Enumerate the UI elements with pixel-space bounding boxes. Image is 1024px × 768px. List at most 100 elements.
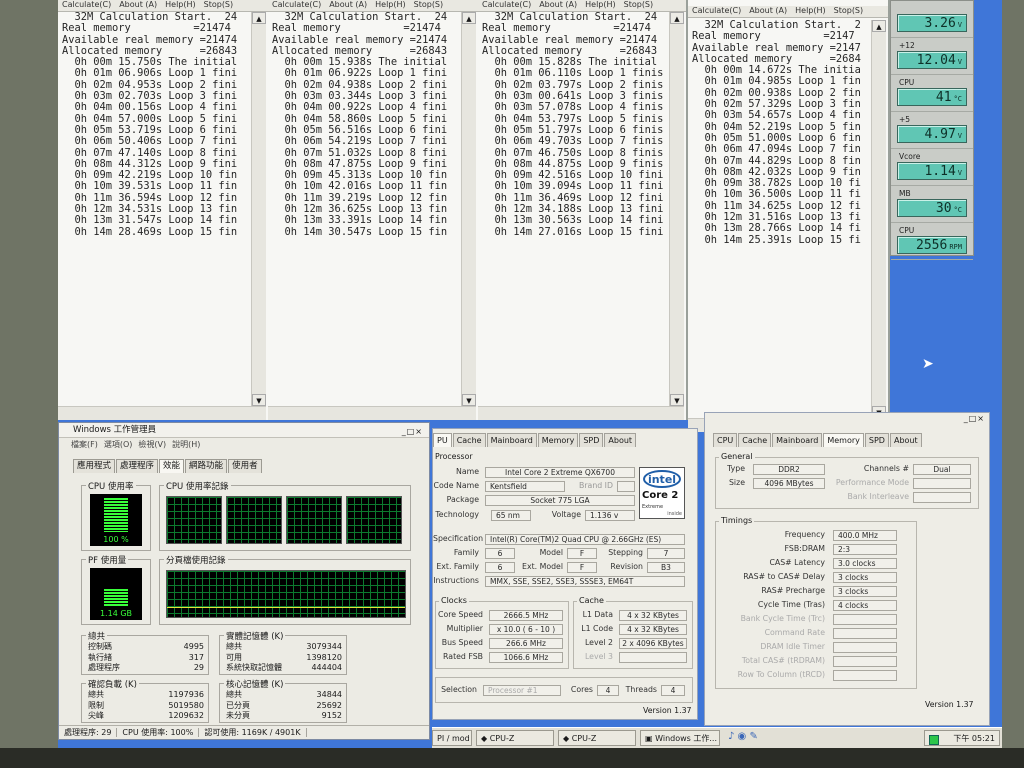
vertical-scrollbar[interactable]: ▲▼ <box>871 20 886 418</box>
stat-label: 可用 <box>226 652 242 662</box>
tab-networking[interactable]: 網路功能 <box>185 459 228 473</box>
pf-history-graph <box>166 570 406 618</box>
vertical-scrollbar[interactable]: ▲▼ <box>461 12 476 406</box>
sensor-unit: RPM <box>949 243 962 251</box>
sensor-item: MB 30 °C <box>891 186 973 223</box>
superpi-window-2[interactable]: Calculate(C) About (A) Help(H) Stop(S) 32M … <box>268 0 480 420</box>
quick-launch-icons[interactable]: ♪ ◉ ✎ <box>728 731 758 742</box>
cpuz-memory-window[interactable]: _□× CPU Cache Mainboard Memory SPD About Gene… <box>704 412 990 726</box>
processor-select[interactable]: Processor #1 <box>483 685 561 696</box>
stat-value: 3079344 <box>306 642 342 651</box>
voltage-label: Voltage <box>551 510 581 519</box>
multiplier-value: x 10.0 ( 6 - 10 ) <box>489 624 563 635</box>
menu-help[interactable]: Help(H) <box>165 0 196 9</box>
tab-cache[interactable]: Cache <box>452 433 486 447</box>
scroll-up-icon[interactable]: ▲ <box>462 12 476 24</box>
tab-processes[interactable]: 處理程序 <box>116 459 159 473</box>
superpi-window-4[interactable]: Calculate(C) About (A) Help(H) Stop(S) 32M … <box>688 0 890 432</box>
hardware-sensor-gadget[interactable]: 3.26 V +12 12.04 V CPU 41 °C +5 4.97 V Vcore 1.14 V MB… <box>890 0 974 260</box>
scroll-up-icon[interactable]: ▲ <box>670 12 684 24</box>
taskbar-button-taskmgr[interactable]: ▣ Windows 工作... <box>640 730 720 746</box>
log-line: 0h 06m 49.703s Loop 7 finis <box>482 135 664 148</box>
menu-help[interactable]: Help(H) <box>375 0 406 9</box>
tab-applications[interactable]: 應用程式 <box>73 459 116 473</box>
horizontal-scrollbar[interactable] <box>478 406 684 420</box>
menu-about[interactable]: About (A) <box>539 0 577 9</box>
cpu-tray-icon[interactable] <box>929 735 939 745</box>
kernel-memory-list: 總共 34844 已分頁 25692 未分頁 9152 <box>226 690 342 722</box>
stat-value: 9152 <box>321 711 342 720</box>
menu-about[interactable]: About (A) <box>119 0 157 9</box>
tab-cpu[interactable]: CPU <box>713 433 738 447</box>
menu-about[interactable]: About (A) <box>329 0 367 9</box>
taskbar-button-cpuz-2[interactable]: ◆ CPU-Z <box>558 730 636 746</box>
model-value: F <box>567 548 597 559</box>
tab-performance[interactable]: 效能 <box>159 459 185 473</box>
task-manager-window[interactable]: Windows 工作管理員 _□× 檔案(F) 選項(O) 檢視(V) 說明(H) 應… <box>58 422 430 740</box>
menu-calculate[interactable]: Calculate(C) <box>272 0 321 9</box>
menu-help[interactable]: 說明(H) <box>172 440 200 449</box>
window-controls[interactable]: _□× <box>402 425 423 439</box>
menu-calculate[interactable]: Calculate(C) <box>692 6 741 15</box>
superpi-log: 32M Calculation Start. 24 Real memory =21… <box>482 12 668 406</box>
level3-value <box>619 652 687 663</box>
technology-value: 65 nm <box>491 510 531 521</box>
menu-stop[interactable]: Stop(S) <box>204 0 234 9</box>
vertical-scrollbar[interactable]: ▲▼ <box>251 12 266 406</box>
title-bar[interactable]: Windows 工作管理員 _□× <box>59 423 429 438</box>
tab-users[interactable]: 使用者 <box>228 459 262 473</box>
stat-value: 1197936 <box>168 690 204 699</box>
vertical-scrollbar[interactable]: ▲▼ <box>669 12 684 406</box>
brandid-label: Brand ID <box>578 481 613 490</box>
scroll-down-icon[interactable]: ▼ <box>462 394 476 406</box>
superpi-window-3[interactable]: Calculate(C) About (A) Help(H) Stop(S) 32M … <box>478 0 688 420</box>
tab-spd[interactable]: SPD <box>579 433 604 447</box>
scroll-up-icon[interactable]: ▲ <box>252 12 266 24</box>
stat-label: 尖峰 <box>88 711 104 720</box>
scroll-up-icon[interactable]: ▲ <box>872 20 886 32</box>
cpuz-cpu-window[interactable]: PU Cache Mainboard Memory SPD About Processor… <box>432 428 698 720</box>
menu-calculate[interactable]: Calculate(C) <box>62 0 111 9</box>
clock[interactable]: 下午 05:21 <box>953 734 995 743</box>
timing-label: RAS# to CAS# Delay <box>743 572 825 581</box>
extfamily-label: Ext. Family <box>436 562 479 571</box>
tab-cache[interactable]: Cache <box>738 433 772 447</box>
cpu-history-group: CPU 使用率記錄 <box>159 480 411 551</box>
tab-spd[interactable]: SPD <box>864 433 889 447</box>
core2-text: Core 2 <box>642 490 679 501</box>
menu-view[interactable]: 檢視(V) <box>138 440 166 449</box>
window-controls[interactable]: _□× <box>964 414 985 423</box>
sensor-value: 3.26 <box>924 16 956 31</box>
menu-calculate[interactable]: Calculate(C) <box>482 0 531 9</box>
tab-memory[interactable]: Memory <box>537 433 579 447</box>
tab-cpu[interactable]: PU <box>433 433 452 447</box>
tab-about[interactable]: About <box>889 433 922 447</box>
menu-about[interactable]: About (A) <box>749 6 787 15</box>
menu-help[interactable]: Help(H) <box>795 6 826 15</box>
timing-value: 400.0 MHz <box>833 530 897 541</box>
tab-about[interactable]: About <box>604 433 637 447</box>
menu-stop[interactable]: Stop(S) <box>624 0 654 9</box>
scroll-down-icon[interactable]: ▼ <box>252 394 266 406</box>
taskbar-button-superpi[interactable]: PI / mod <box>432 730 472 746</box>
commit-charge-title: 確認負載 (K) <box>86 678 139 690</box>
menu-stop[interactable]: Stop(S) <box>834 6 864 15</box>
timing-value: 3 clocks <box>833 572 897 583</box>
tab-memory[interactable]: Memory <box>823 433 864 447</box>
scroll-down-icon[interactable]: ▼ <box>670 394 684 406</box>
taskbar-button-cpuz-1[interactable]: ◆ CPU-Z <box>476 730 554 746</box>
cpuz-tab-bar: CPU Cache Mainboard Memory SPD About <box>713 433 923 447</box>
tab-mainboard[interactable]: Mainboard <box>486 433 537 447</box>
menu-help[interactable]: Help(H) <box>585 0 616 9</box>
menu-file[interactable]: 檔案(F) <box>71 440 98 449</box>
taskbar-button-label: CPU-Z <box>571 734 597 743</box>
intel-core2-extreme-logo: intel Core 2 Extreme inside <box>639 467 685 519</box>
superpi-window-1[interactable]: Calculate(C) About (A) Help(H) Stop(S) 32M … <box>58 0 270 420</box>
horizontal-scrollbar[interactable] <box>268 406 476 420</box>
horizontal-scrollbar[interactable] <box>58 406 266 420</box>
tab-mainboard[interactable]: Mainboard <box>772 433 823 447</box>
stat-row: 處理程序 29 <box>88 663 204 674</box>
physical-memory-title: 實體記憶體 (K) <box>224 630 286 642</box>
menu-stop[interactable]: Stop(S) <box>414 0 444 9</box>
menu-options[interactable]: 選項(O) <box>104 440 133 449</box>
